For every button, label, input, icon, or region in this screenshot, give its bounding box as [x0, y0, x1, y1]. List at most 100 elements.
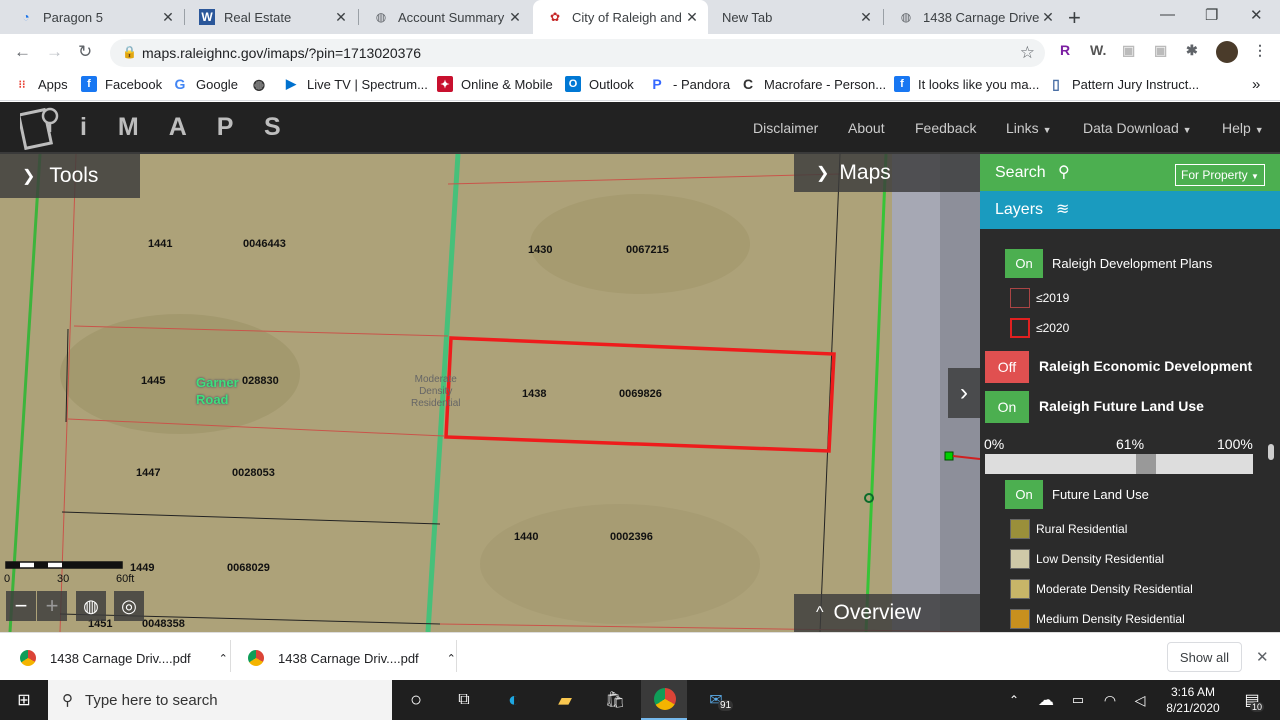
future-land-use-toggle[interactable]: On	[985, 391, 1029, 423]
cortana-icon[interactable]: ○	[404, 688, 428, 712]
google-icon: G	[174, 76, 186, 92]
parcel-number: 1441	[148, 238, 173, 250]
bookmark-outlook[interactable]: O Outlook	[565, 76, 634, 92]
onedrive-icon[interactable]: ☁	[1034, 688, 1058, 712]
nav-data-download[interactable]: Data Download ▼	[1083, 120, 1192, 136]
task-view-icon[interactable]: ⧉	[452, 688, 476, 712]
bookmark-spectrum[interactable]: ▶ Live TV | Spectrum...	[283, 76, 428, 92]
nav-about[interactable]: About	[848, 120, 885, 136]
nav-feedback[interactable]: Feedback	[915, 120, 976, 136]
bookmark-pattern-jury[interactable]: ▯ Pattern Jury Instruct...	[1048, 76, 1199, 92]
show-hidden-icons[interactable]: ⌃	[1002, 688, 1026, 712]
download-item[interactable]: 1438 Carnage Driv....pdf ⌃	[20, 650, 228, 666]
extension-w-icon[interactable]: W.	[1090, 42, 1106, 58]
flu-label: Future Land Use	[1052, 487, 1149, 502]
overview-button[interactable]: ^ Overview	[794, 594, 980, 632]
zoom-in-button[interactable]: +	[37, 591, 67, 621]
more-bookmarks-icon[interactable]: »	[1252, 76, 1260, 93]
tab-real-estate[interactable]: W Real Estate ✕	[185, 0, 357, 34]
store-icon[interactable]: 🛍	[603, 688, 627, 712]
bookmark-macrofare[interactable]: C Macrofare - Person...	[740, 76, 886, 92]
back-icon[interactable]: ←	[14, 42, 31, 62]
dev-plans-toggle[interactable]: On	[1005, 249, 1043, 278]
maximize-button[interactable]: ❐	[1205, 6, 1218, 24]
legend-label: Moderate Density Residential	[1036, 582, 1193, 596]
tab-raleigh[interactable]: ✿City of Raleigh and W✕	[533, 0, 708, 34]
extensions-puzzle-icon[interactable]: ✱	[1186, 42, 1198, 59]
bookmark-pandora[interactable]: P- Pandora	[649, 76, 730, 92]
extension-r-icon[interactable]: R	[1060, 42, 1070, 58]
taskbar-search[interactable]: ⚲ Type here to search	[48, 680, 392, 720]
nav-links[interactable]: Links ▼	[1006, 120, 1052, 136]
close-icon[interactable]: ✕	[507, 9, 523, 26]
map-canvas[interactable]: 1441 0046443 1430 0067215 1445 028830 14…	[0, 154, 980, 632]
close-icon[interactable]: ✕	[858, 9, 874, 26]
bookmark-facebook-2[interactable]: f It looks like you ma...	[894, 76, 1039, 92]
clock[interactable]: 3:16 AM 8/21/2020	[1160, 684, 1226, 716]
globe-icon: ◍	[252, 75, 266, 92]
bookmark-apps[interactable]: ⁝⁝ Apps	[14, 76, 68, 92]
windows-start-icon[interactable]: ⊞	[12, 688, 36, 712]
tools-button[interactable]: ❯ Tools	[0, 154, 140, 198]
minimize-button[interactable]: —	[1160, 6, 1175, 23]
nav-disclaimer[interactable]: Disclaimer	[753, 120, 818, 136]
map-layers	[0, 154, 980, 632]
tab-carnage-drive[interactable]: ◍ 1438 Carnage Drive I ✕	[884, 0, 1064, 34]
profile-avatar[interactable]	[1216, 41, 1238, 63]
dev-plans-label: Raleigh Development Plans	[1052, 256, 1213, 271]
battery-icon[interactable]: ▭	[1066, 688, 1090, 712]
bookmark-globe[interactable]: ◍	[251, 76, 275, 92]
bookmark-google[interactable]: G Google	[172, 76, 238, 92]
parcel-number: 1430	[528, 244, 553, 256]
close-icon[interactable]: ✕	[333, 9, 349, 26]
layers-header[interactable]: Layers ≋	[980, 191, 1280, 229]
close-icon[interactable]: ✕	[1040, 9, 1056, 26]
scale-label: 30	[57, 573, 70, 585]
slider-thumb[interactable]	[1136, 454, 1157, 474]
caret-down-icon: ▼	[1254, 125, 1264, 135]
legend-label: Low Density Residential	[1036, 552, 1165, 566]
download-item[interactable]: 1438 Carnage Driv....pdf ⌃	[248, 650, 456, 666]
maps-button[interactable]: ❯ Maps	[794, 154, 980, 192]
extension-gray2-icon[interactable]: ▣	[1154, 42, 1167, 59]
chevron-up-icon[interactable]: ⌃	[447, 652, 456, 665]
facebook-icon: f	[894, 76, 910, 92]
chevron-up-icon[interactable]: ⌃	[219, 652, 228, 665]
window-close-button[interactable]: ✕	[1250, 6, 1263, 24]
file-explorer-icon[interactable]: ▰	[553, 688, 577, 712]
panel-toggle-chevron-icon[interactable]: ›	[948, 368, 980, 418]
close-icon[interactable]: ✕	[160, 9, 176, 26]
econ-dev-toggle[interactable]: Off	[985, 351, 1029, 383]
chrome-taskbar-button[interactable]	[641, 680, 687, 720]
property-select[interactable]: For Property ▼	[1175, 164, 1265, 186]
search-label[interactable]: Search	[995, 164, 1046, 182]
search-icon[interactable]: ⚲	[1058, 162, 1070, 182]
panel-scrollbar[interactable]	[1268, 444, 1274, 460]
globe-icon[interactable]: ◍	[76, 591, 106, 621]
close-downloads-icon[interactable]: ✕	[1256, 648, 1269, 666]
edge-icon[interactable]: ◐	[502, 688, 526, 712]
bookmark-star-icon[interactable]: ☆	[1020, 43, 1035, 63]
close-icon[interactable]: ✕	[684, 9, 700, 26]
wifi-icon[interactable]: ◠	[1098, 688, 1122, 712]
show-all-button[interactable]: Show all	[1167, 642, 1242, 672]
tab-new-tab[interactable]: New Tab ✕	[708, 0, 882, 34]
legend-swatch-2019	[1010, 288, 1030, 308]
address-bar[interactable]: 🔒 maps.raleighnc.gov/imaps/?pin=17130203…	[110, 39, 1045, 67]
new-tab-button[interactable]: +	[1068, 5, 1081, 31]
reload-icon[interactable]: ↻	[78, 42, 92, 62]
tab-account-summary[interactable]: ◍Account Summary - I✕	[359, 0, 531, 34]
forward-icon[interactable]: →	[46, 42, 63, 62]
bookmark-online-mobile[interactable]: ✦ Online & Mobile	[437, 76, 553, 92]
tab-paragon[interactable]: ◔ Paragon 5 ✕	[4, 0, 184, 34]
menu-kebab-icon[interactable]: ⋮	[1253, 42, 1267, 59]
extension-gray-icon[interactable]: ▣	[1122, 42, 1135, 59]
opacity-slider[interactable]	[985, 454, 1253, 474]
zoom-out-button[interactable]: −	[6, 591, 36, 621]
flu-toggle[interactable]: On	[1005, 480, 1043, 509]
locate-icon[interactable]: ◎	[114, 591, 144, 621]
bookmark-facebook[interactable]: f Facebook	[81, 76, 162, 92]
legend-swatch-2020	[1010, 318, 1030, 338]
nav-help[interactable]: Help ▼	[1222, 120, 1264, 136]
volume-icon[interactable]: ◁	[1128, 688, 1152, 712]
